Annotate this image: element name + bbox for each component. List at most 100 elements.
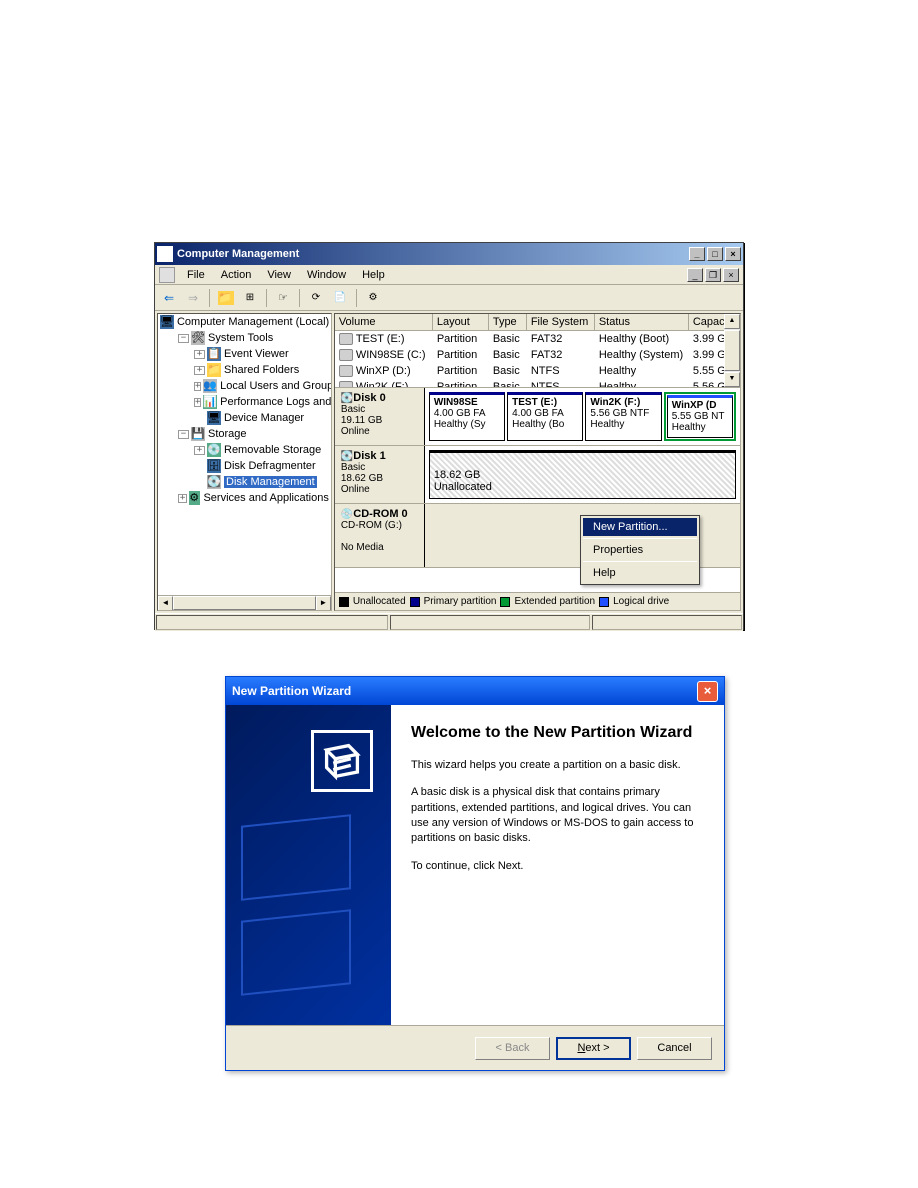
tree-label: Removable Storage: [224, 444, 321, 456]
forward-button[interactable]: ⇒: [183, 288, 203, 308]
col-status[interactable]: Status: [595, 314, 689, 330]
volume-icon: [339, 365, 353, 377]
tree-label: Storage: [208, 428, 247, 440]
toolbar: ⇐ ⇒ 📁 ⊞ ☞ ⟳ 📄 ⚙: [155, 285, 743, 311]
tree-label: Event Viewer: [224, 348, 289, 360]
column-headers[interactable]: Volume Layout Type File System Status Ca…: [335, 314, 740, 331]
volume-row[interactable]: WIN98SE (C:) Partition Basic FAT32 Healt…: [335, 347, 740, 363]
ctx-help[interactable]: Help: [583, 564, 697, 582]
tree-shared-folders[interactable]: +📁Shared Folders: [158, 362, 331, 378]
volume-list[interactable]: Volume Layout Type File System Status Ca…: [335, 314, 740, 388]
scroll-down-button[interactable]: ▼: [724, 372, 740, 387]
col-volume[interactable]: Volume: [335, 314, 433, 330]
expand-icon[interactable]: +: [194, 382, 201, 391]
up-button[interactable]: 📁: [216, 288, 236, 308]
legend-extended-icon: [500, 597, 510, 607]
tree-device-mgr[interactable]: 🖥Device Manager: [158, 410, 331, 426]
mdi-minimize-button[interactable]: _: [687, 268, 703, 282]
wizard-text: This wizard helps you create a partition…: [411, 758, 704, 773]
scroll-thumb[interactable]: [724, 330, 740, 371]
show-hide-button[interactable]: ⊞: [240, 288, 260, 308]
volume-row[interactable]: WinXP (D:) Partition Basic NTFS Healthy …: [335, 363, 740, 379]
menu-view[interactable]: View: [267, 269, 291, 281]
legend-label: Logical drive: [613, 596, 669, 607]
close-button[interactable]: ×: [725, 247, 741, 261]
settings-button[interactable]: ⚙: [363, 288, 383, 308]
disk-0-row[interactable]: 💽Disk 0 Basic 19.11 GB Online WIN98SE4.0…: [335, 388, 740, 446]
col-fs[interactable]: File System: [527, 314, 595, 330]
back-button[interactable]: ⇐: [159, 288, 179, 308]
legend-label: Extended partition: [514, 596, 595, 607]
titlebar[interactable]: Computer Management _ □ ×: [155, 243, 743, 265]
wizard-close-button[interactable]: ×: [697, 681, 718, 702]
wizard-title: New Partition Wizard: [232, 684, 351, 698]
tree-scrollbar[interactable]: ◄ ►: [158, 595, 331, 610]
menu-file[interactable]: File: [187, 269, 205, 281]
tree-removable[interactable]: +💿Removable Storage: [158, 442, 331, 458]
col-type[interactable]: Type: [489, 314, 527, 330]
tree-services[interactable]: +⚙Services and Applications: [158, 490, 331, 506]
expand-icon[interactable]: +: [194, 350, 205, 359]
partition-test[interactable]: TEST (E:)4.00 GB FAHealthy (Bo: [507, 392, 583, 441]
tree-event-viewer[interactable]: +📋Event Viewer: [158, 346, 331, 362]
partition-win2k[interactable]: Win2K (F:)5.56 GB NTFHealthy: [585, 392, 661, 441]
tree-local-users[interactable]: +👥Local Users and Groups: [158, 378, 331, 394]
ctx-properties[interactable]: Properties: [583, 541, 697, 559]
wizard-text: A basic disk is a physical disk that con…: [411, 785, 704, 847]
scroll-right-button[interactable]: ►: [316, 596, 331, 611]
disk-1-row[interactable]: 💽Disk 1 Basic 18.62 GB Online 18.62 GBUn…: [335, 446, 740, 504]
tools-icon: 🛠: [191, 331, 205, 345]
mdi-icon: [159, 267, 175, 283]
wizard-disk-icon: [311, 730, 373, 792]
volume-icon: [339, 333, 353, 345]
tree-system-tools[interactable]: −🛠System Tools: [158, 330, 331, 346]
volume-row[interactable]: Win2K (F:) Partition Basic NTFS Healthy …: [335, 379, 740, 388]
col-layout[interactable]: Layout: [433, 314, 489, 330]
legend-primary-icon: [410, 597, 420, 607]
back-button: < Back: [475, 1037, 550, 1060]
legend-label: Primary partition: [424, 596, 497, 607]
menu-help[interactable]: Help: [362, 269, 385, 281]
refresh-button[interactable]: ⟳: [306, 288, 326, 308]
menu-window[interactable]: Window: [307, 269, 346, 281]
mdi-restore-button[interactable]: ❐: [705, 268, 721, 282]
export-button[interactable]: 📄: [330, 288, 350, 308]
ctx-new-partition[interactable]: New Partition...: [583, 518, 697, 536]
scroll-up-button[interactable]: ▲: [724, 314, 740, 329]
partition-winxp[interactable]: WinXP (D5.55 GB NTHealthy: [667, 395, 733, 438]
expand-icon[interactable]: +: [178, 494, 187, 503]
wizard-titlebar[interactable]: New Partition Wizard ×: [226, 677, 724, 705]
wizard-heading: Welcome to the New Partition Wizard: [411, 723, 704, 744]
expand-icon[interactable]: +: [194, 446, 205, 455]
cancel-button[interactable]: Cancel: [637, 1037, 712, 1060]
tree-diskmgmt[interactable]: 💽Disk Management: [158, 474, 331, 490]
tree-storage[interactable]: −💾Storage: [158, 426, 331, 442]
tree-perf-logs[interactable]: +📊Performance Logs and Alerts: [158, 394, 331, 410]
unallocated-space[interactable]: 18.62 GBUnallocated: [429, 450, 736, 499]
tree-label: System Tools: [208, 332, 273, 344]
mdi-close-button[interactable]: ×: [723, 268, 739, 282]
properties-button[interactable]: ☞: [273, 288, 293, 308]
tree-label: Performance Logs and Alerts: [220, 396, 332, 408]
window-title: Computer Management: [177, 248, 687, 260]
expand-icon[interactable]: +: [194, 398, 201, 407]
expand-icon[interactable]: +: [194, 366, 205, 375]
collapse-icon[interactable]: −: [178, 430, 189, 439]
tree-label: Disk Defragmenter: [224, 460, 316, 472]
partition-win98se[interactable]: WIN98SE4.00 GB FAHealthy (Sy: [429, 392, 505, 441]
event-icon: 📋: [207, 347, 221, 361]
next-button[interactable]: Next >: [556, 1037, 631, 1060]
tree-label: Device Manager: [224, 412, 304, 424]
maximize-button[interactable]: □: [707, 247, 723, 261]
menubar: File Action View Window Help _ ❐ ×: [155, 265, 743, 285]
minimize-button[interactable]: _: [689, 247, 705, 261]
tree-label-selected: Disk Management: [224, 476, 317, 488]
menu-action[interactable]: Action: [221, 269, 252, 281]
tree-pane[interactable]: 🖥Computer Management (Local) −🛠System To…: [157, 313, 332, 611]
tree-root[interactable]: 🖥Computer Management (Local): [158, 314, 331, 330]
volume-scrollbar[interactable]: ▲ ▼: [724, 314, 740, 387]
scroll-left-button[interactable]: ◄: [158, 596, 173, 611]
tree-defrag[interactable]: 🗄Disk Defragmenter: [158, 458, 331, 474]
collapse-icon[interactable]: −: [178, 334, 189, 343]
volume-row[interactable]: TEST (E:) Partition Basic FAT32 Healthy …: [335, 331, 740, 347]
